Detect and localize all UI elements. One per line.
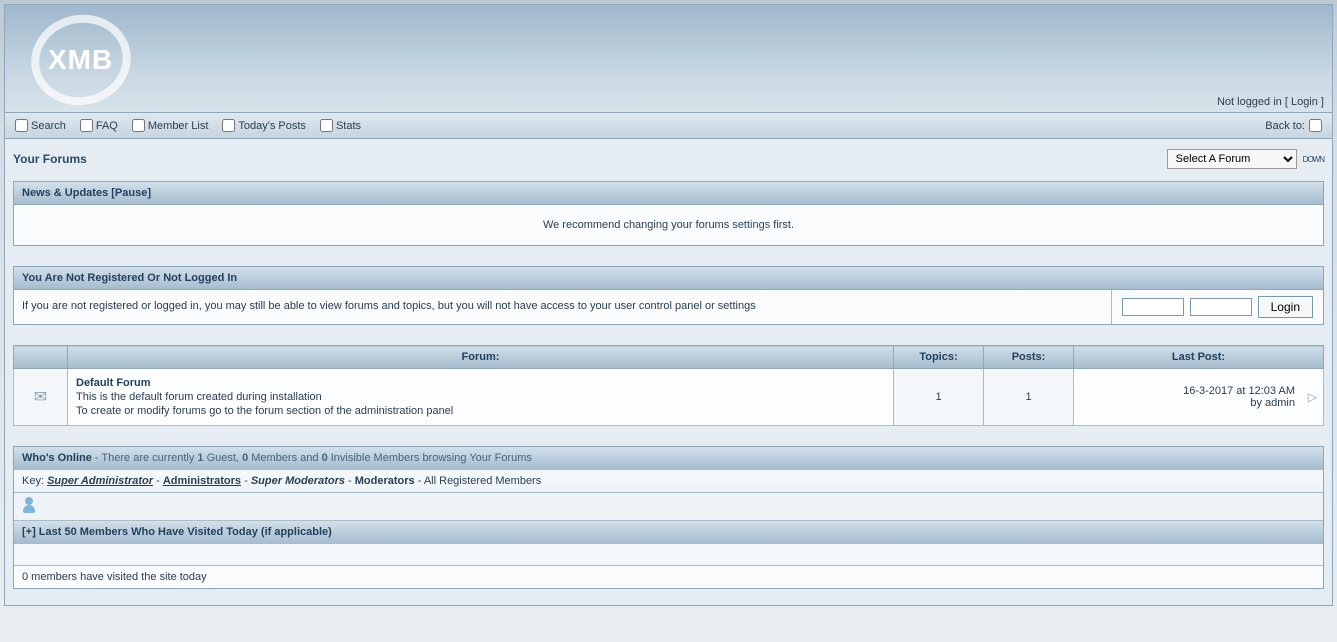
role-super-admin: Super Administrator — [47, 475, 153, 487]
news-body: We recommend changing your forums settin… — [14, 205, 1323, 245]
settings-link[interactable]: settings — [732, 219, 770, 231]
role-mod: Moderators — [355, 475, 415, 487]
visited-header: [+] Last 50 Members Who Have Visited Tod… — [14, 521, 1323, 544]
forum-desc2: To create or modify forums go to the for… — [76, 405, 885, 417]
stats-checkbox[interactable] — [320, 119, 333, 132]
forum-table: Forum: Topics: Posts: Last Post: ✉ Defau… — [13, 345, 1324, 426]
visited-msg: 0 members have visited the site today — [14, 566, 1323, 588]
whos-online-panel: Who's Online - There are currently 1 Gue… — [13, 446, 1324, 589]
login-status: Not logged in [ Login ] — [1217, 96, 1324, 108]
notreg-msg: If you are not registered or logged in, … — [14, 290, 1112, 324]
toolbar-todays[interactable]: Today's Posts — [222, 119, 306, 132]
role-all: All Registered Members — [424, 475, 541, 487]
page-title: Your Forums — [13, 152, 87, 166]
toolbar: Search FAQ Member List Today's Posts Sta… — [5, 113, 1332, 139]
forum-desc1: This is the default forum created during… — [76, 391, 885, 403]
key-row: Key: Super Administrator - Administrator… — [14, 470, 1323, 493]
topics-count: 1 — [894, 369, 984, 426]
col-topics: Topics: — [894, 346, 984, 369]
col-lastpost: Last Post: — [1074, 346, 1324, 369]
forum-name-link[interactable]: Default Forum — [76, 377, 885, 389]
down-icon[interactable]: DOWN — [1303, 155, 1324, 164]
logo: XMB — [31, 15, 141, 110]
login-form: Login — [1112, 290, 1323, 324]
faq-checkbox[interactable] — [80, 119, 93, 132]
online-users-row — [14, 493, 1323, 521]
col-icon — [14, 346, 68, 369]
visited-empty — [14, 544, 1323, 566]
toolbar-stats[interactable]: Stats — [320, 119, 361, 132]
header-banner: XMB Not logged in [ Login ] — [5, 5, 1332, 113]
todays-checkbox[interactable] — [222, 119, 235, 132]
table-row: ✉ Default Forum This is the default foru… — [14, 369, 1324, 426]
memberlist-checkbox[interactable] — [132, 119, 145, 132]
expand-toggle[interactable]: [+] — [22, 526, 36, 538]
username-input[interactable] — [1122, 298, 1184, 316]
posts-count: 1 — [984, 369, 1074, 426]
goto-arrow-icon[interactable]: ▷ — [1308, 390, 1317, 404]
toolbar-search[interactable]: Search — [15, 119, 66, 132]
back-to-label: Back to: — [1265, 120, 1305, 132]
last-by: by admin — [1082, 397, 1295, 409]
forum-select[interactable]: Select A Forum — [1167, 149, 1297, 169]
col-forum: Forum: — [68, 346, 894, 369]
last-date: 16-3-2017 at 12:03 AM — [1082, 385, 1295, 397]
login-button[interactable]: Login — [1258, 296, 1313, 318]
back-to-checkbox[interactable] — [1309, 119, 1322, 132]
toolbar-memberlist[interactable]: Member List — [132, 119, 209, 132]
notreg-header: You Are Not Registered Or Not Logged In — [14, 267, 1323, 290]
login-link[interactable]: Login — [1291, 96, 1318, 108]
news-header: News & Updates — [22, 187, 108, 199]
news-panel: News & Updates [Pause] We recommend chan… — [13, 181, 1324, 246]
news-pause[interactable]: [Pause] — [111, 187, 151, 199]
col-posts: Posts: — [984, 346, 1074, 369]
whos-online-header: Who's Online - There are currently 1 Gue… — [14, 447, 1323, 470]
password-input[interactable] — [1190, 298, 1252, 316]
notreg-panel: You Are Not Registered Or Not Logged In … — [13, 266, 1324, 325]
mail-icon: ✉ — [34, 389, 47, 406]
person-icon — [22, 497, 36, 513]
role-super-mod: Super Moderators — [251, 475, 345, 487]
role-admin: Administrators — [163, 475, 241, 487]
logo-text: XMB — [48, 44, 113, 76]
search-checkbox[interactable] — [15, 119, 28, 132]
toolbar-faq[interactable]: FAQ — [80, 119, 118, 132]
